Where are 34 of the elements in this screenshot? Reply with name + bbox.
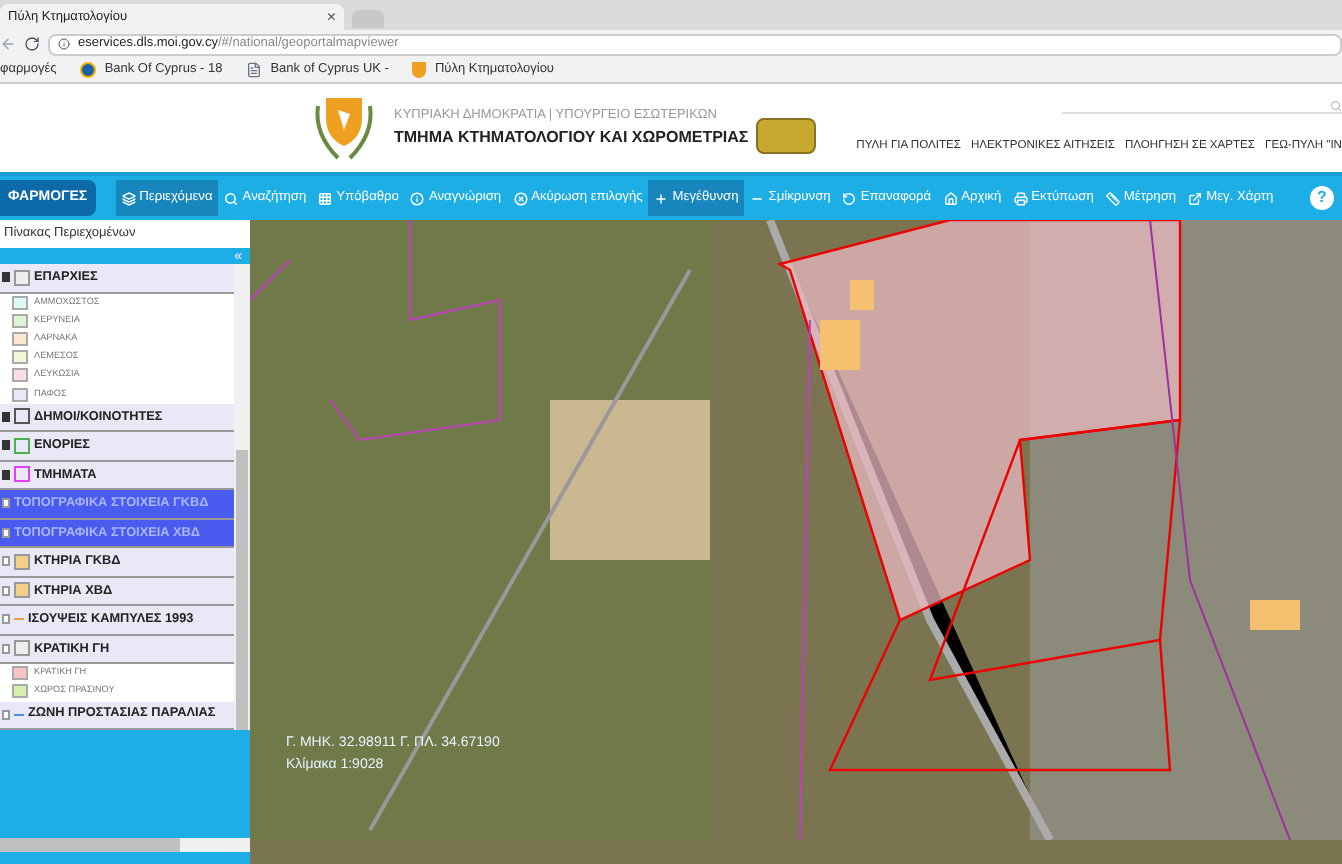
layer-checkbox[interactable] [2,272,10,283]
department-title: ΤΜΗΜΑ ΚΤΗΜΑΤΟΛΟΓΙΟΥ ΚΑΙ ΧΩΡΟΜΕΤΡΙΑΣ [394,125,749,150]
layers-icon [121,191,136,205]
info-icon [410,191,425,205]
plus-icon [654,191,669,205]
info-icon [58,38,70,50]
search-icon [224,191,239,205]
home-icon [943,191,958,205]
close-icon[interactable]: × [326,5,336,29]
layer-checkbox[interactable] [2,498,10,509]
scrollbar[interactable] [234,264,250,730]
layer-checkbox[interactable] [2,614,10,625]
layer-checkbox[interactable] [2,556,10,567]
back-icon[interactable] [0,36,16,52]
search-icon[interactable] [1330,100,1342,113]
reset-icon [842,191,857,205]
layer-checkbox[interactable] [2,585,10,596]
layer-checkbox[interactable] [2,709,10,720]
layer-checkbox[interactable] [2,527,10,538]
cancel-icon [513,191,528,205]
ruler-icon [1105,191,1120,205]
layer-checkbox[interactable] [2,469,10,480]
stamp-logo-icon [756,118,817,154]
page-icon [246,62,263,78]
reload-icon[interactable] [24,36,40,52]
print-icon [1013,191,1028,205]
layer-checkbox[interactable] [2,411,10,422]
bank-icon [80,62,97,78]
external-link-icon [1188,191,1203,205]
layer-checkbox[interactable] [2,643,10,654]
horizontal-scrollbar[interactable] [0,838,250,852]
shield-icon [412,62,427,78]
layer-checkbox[interactable] [2,440,10,451]
grid-icon [318,191,333,205]
